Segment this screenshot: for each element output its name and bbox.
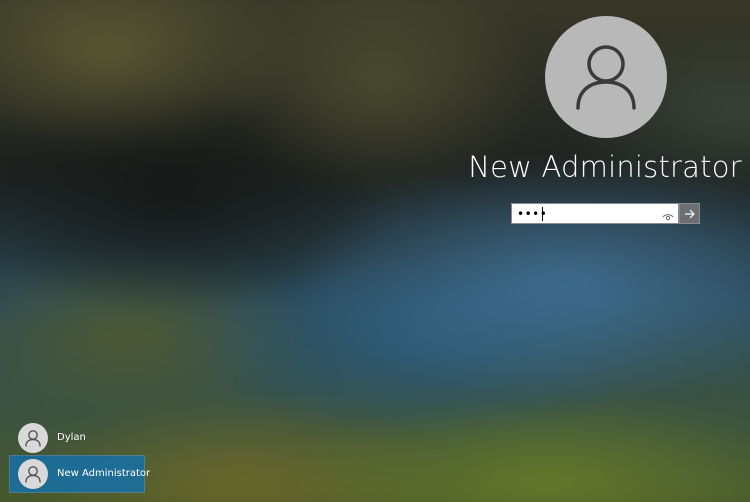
password-input[interactable]: •••• [511, 203, 679, 224]
user-list: Dylan New Administrator [9, 420, 150, 493]
arrow-right-icon [685, 209, 695, 219]
user-item-new-administrator[interactable]: New Administrator [9, 455, 150, 493]
user-item-label: New Administrator [57, 468, 151, 479]
eye-icon[interactable] [662, 208, 674, 221]
user-icon [545, 16, 667, 138]
user-icon [18, 459, 48, 489]
user-icon [18, 423, 48, 453]
user-item-dylan[interactable]: Dylan [10, 420, 144, 456]
user-item-label: Dylan [57, 432, 86, 443]
submit-button[interactable] [679, 203, 700, 224]
user-name-title: New Administrator [468, 150, 742, 184]
lock-screen: New Administrator •••• Dylan New Adminis… [0, 0, 750, 502]
text-caret [542, 207, 543, 221]
